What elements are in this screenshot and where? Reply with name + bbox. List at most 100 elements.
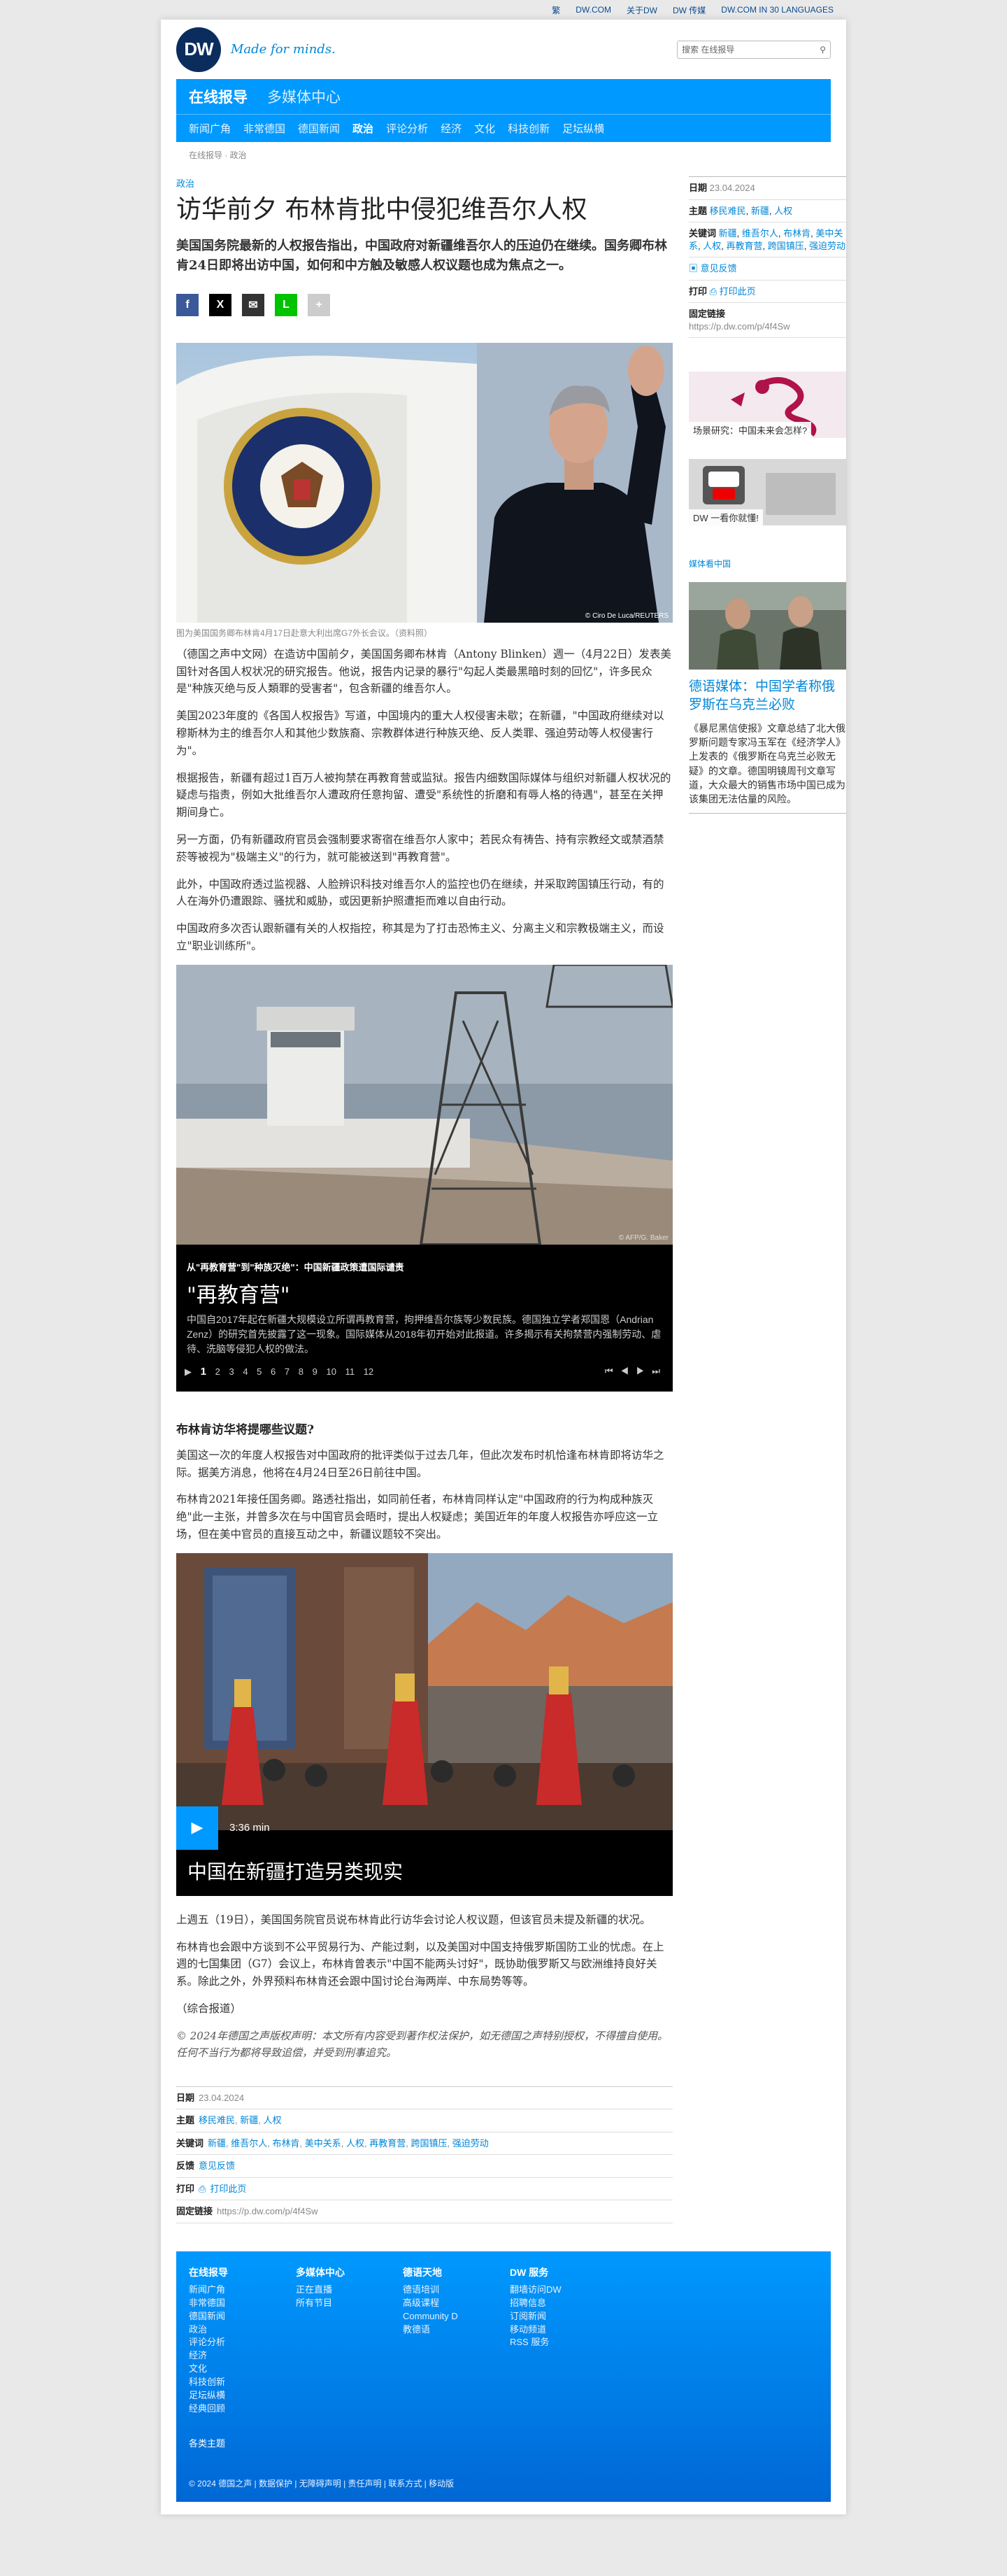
footer-link[interactable]: RSS 服务 bbox=[510, 2336, 617, 2349]
topic-link[interactable]: 人权 bbox=[774, 206, 792, 216]
nav-item-online[interactable]: 在线报导 bbox=[189, 86, 248, 107]
footer-legal[interactable]: © 2024 德国之声 | 数据保护 | 无障碍声明 | 责任声明 | 联系方式… bbox=[189, 2477, 818, 2489]
topbar-link-languages[interactable]: DW.COM IN 30 LANGUAGES bbox=[721, 5, 834, 15]
email-icon[interactable]: ✉ bbox=[242, 293, 264, 316]
feedback-icon[interactable]: ▣ bbox=[689, 263, 698, 274]
footer-link[interactable]: 文化 bbox=[189, 2363, 296, 2376]
footer-heading[interactable]: 多媒体中心 bbox=[296, 2265, 403, 2279]
teaser-dragon[interactable]: 场景研究：中国未来会怎样? bbox=[689, 371, 846, 439]
gallery-page[interactable]: 11 bbox=[345, 1366, 355, 1377]
footer-link[interactable]: 足坛纵横 bbox=[189, 2389, 296, 2402]
gallery-page[interactable]: 7 bbox=[285, 1366, 290, 1377]
footer-link[interactable]: 翻墙访问DW bbox=[510, 2284, 617, 2297]
footer-link[interactable]: 政治 bbox=[189, 2323, 296, 2337]
topic-link[interactable]: 新疆 bbox=[240, 2115, 258, 2125]
topic-link[interactable]: 人权 bbox=[264, 2115, 282, 2125]
footer-link[interactable]: Community D bbox=[403, 2310, 510, 2323]
prev-slide-icon[interactable]: ◀ bbox=[620, 1366, 629, 1376]
media-teaser-image[interactable] bbox=[689, 582, 846, 670]
footer-link[interactable]: 新闻广角 bbox=[189, 2284, 296, 2297]
teaser-youtube[interactable]: DW 一看你就懂! bbox=[689, 459, 846, 526]
print-link[interactable]: 打印此页 bbox=[720, 286, 756, 297]
gallery-page[interactable]: 12 bbox=[364, 1366, 373, 1377]
keyword-link[interactable]: 人权 bbox=[346, 2138, 364, 2149]
footer-link[interactable]: 非常德国 bbox=[189, 2297, 296, 2310]
footer-link[interactable]: 德语培训 bbox=[403, 2284, 510, 2297]
keyword-link[interactable]: 布林肯 bbox=[273, 2138, 300, 2149]
keyword-link[interactable]: 美中关系 bbox=[305, 2138, 341, 2149]
gallery-page[interactable]: 2 bbox=[215, 1366, 220, 1377]
video-player[interactable]: ▶ 3:36 min 中国在新疆打造另类现实 bbox=[176, 1552, 673, 1896]
footer-heading[interactable]: 德语天地 bbox=[403, 2265, 510, 2279]
gallery-page[interactable]: 3 bbox=[229, 1366, 234, 1377]
footer-link[interactable]: 订阅新闻 bbox=[510, 2310, 617, 2323]
facebook-icon[interactable]: f bbox=[176, 293, 199, 316]
more-share-icon[interactable]: + bbox=[308, 293, 330, 316]
last-slide-icon[interactable]: ⏭ bbox=[652, 1366, 660, 1376]
nav-sub-item-current[interactable]: 政治 bbox=[352, 121, 373, 136]
gallery-page[interactable]: 9 bbox=[313, 1366, 317, 1377]
footer-link[interactable]: 科技创新 bbox=[189, 2376, 296, 2389]
keyword-link[interactable]: 跨国镇压 bbox=[411, 2138, 448, 2149]
footer-link[interactable]: 所有节目 bbox=[296, 2297, 403, 2310]
nav-item-media[interactable]: 多媒体中心 bbox=[267, 86, 341, 107]
topbar-link-dwcom[interactable]: DW.COM bbox=[576, 5, 611, 15]
gallery-page-current[interactable]: 1 bbox=[201, 1366, 206, 1378]
keyword-link[interactable]: 维吾尔人 bbox=[742, 228, 778, 239]
keyword-link[interactable]: 强迫劳动 bbox=[809, 241, 845, 251]
footer-topics-link[interactable]: 各类主题 bbox=[189, 2436, 818, 2449]
permalink[interactable]: https://p.dw.com/p/4f4Sw bbox=[217, 2205, 318, 2218]
play-icon[interactable]: ▶ bbox=[176, 1806, 218, 1850]
keyword-link[interactable]: 强迫劳动 bbox=[452, 2138, 489, 2149]
first-slide-icon[interactable]: ⏮ bbox=[605, 1366, 613, 1376]
gallery-page[interactable]: 6 bbox=[271, 1366, 276, 1377]
keyword-link[interactable]: 维吾尔人 bbox=[231, 2138, 267, 2149]
photo-gallery[interactable]: © AFP/G. Baker 从"再教育营"到"种族灭绝"：中国新疆政策遭国际谴… bbox=[176, 964, 673, 1392]
feedback-link[interactable]: 意见反馈 bbox=[701, 263, 737, 274]
footer-link[interactable]: 高级课程 bbox=[403, 2297, 510, 2310]
keyword-link[interactable]: 再教育营 bbox=[369, 2138, 406, 2149]
gallery-page[interactable]: 5 bbox=[257, 1366, 262, 1377]
keyword-link[interactable]: 新疆 bbox=[208, 2138, 226, 2149]
media-title[interactable]: 德语媒体：中国学者称俄罗斯在乌克兰必败 bbox=[689, 678, 846, 714]
footer-link[interactable]: 招聘信息 bbox=[510, 2297, 617, 2310]
footer-heading[interactable]: 在线报导 bbox=[189, 2265, 296, 2279]
permalink[interactable]: https://p.dw.com/p/4f4Sw bbox=[689, 320, 846, 333]
article-kicker[interactable]: 政治 bbox=[176, 176, 673, 190]
keyword-link[interactable]: 布林肯 bbox=[783, 228, 810, 239]
topic-link[interactable]: 移民难民 bbox=[199, 2115, 235, 2125]
topbar-link-media[interactable]: DW 传媒 bbox=[673, 4, 706, 16]
topbar-link-traditional[interactable]: 繁 bbox=[552, 4, 560, 16]
search-icon[interactable]: ⚲ bbox=[820, 45, 826, 55]
keyword-link[interactable]: 人权 bbox=[703, 241, 721, 251]
next-slide-icon[interactable]: ▶ bbox=[636, 1366, 645, 1376]
feedback-link[interactable]: 意见反馈 bbox=[199, 2160, 235, 2172]
gallery-page[interactable]: 10 bbox=[326, 1366, 336, 1377]
keyword-link[interactable]: 跨国镇压 bbox=[768, 241, 804, 251]
video-title[interactable]: 中国在新疆打造另类现实 bbox=[187, 1857, 403, 1885]
footer-link[interactable]: 正在直播 bbox=[296, 2284, 403, 2297]
nav-sub-item[interactable]: 非常德国 bbox=[243, 121, 285, 136]
footer-link[interactable]: 德国新闻 bbox=[189, 2310, 296, 2323]
footer-heading[interactable]: DW 服务 bbox=[510, 2265, 617, 2279]
gallery-play-icon[interactable]: ▶ bbox=[185, 1366, 192, 1377]
gallery-page[interactable]: 8 bbox=[299, 1366, 303, 1377]
nav-sub-item[interactable]: 德国新闻 bbox=[298, 121, 340, 136]
nav-sub-item[interactable]: 足坛纵横 bbox=[562, 121, 604, 136]
topic-link[interactable]: 移民难民 bbox=[710, 206, 746, 216]
print-icon[interactable]: ⎙ bbox=[199, 2183, 206, 2195]
keyword-link[interactable]: 新疆 bbox=[719, 228, 737, 239]
breadcrumb[interactable]: 在线报导 · 政治 bbox=[189, 149, 818, 161]
footer-link[interactable]: 教德语 bbox=[403, 2323, 510, 2337]
footer-link[interactable]: 经典回顾 bbox=[189, 2402, 296, 2416]
nav-sub-item[interactable]: 文化 bbox=[474, 121, 495, 136]
logo[interactable]: DW Made for minds. bbox=[176, 27, 336, 72]
nav-sub-item[interactable]: 科技创新 bbox=[508, 121, 550, 136]
line-icon[interactable]: L bbox=[275, 293, 297, 316]
nav-sub-item[interactable]: 新闻广角 bbox=[189, 121, 231, 136]
search-input[interactable]: 搜索 在线报导 ⚲ bbox=[677, 40, 831, 59]
keyword-link[interactable]: 再教育营 bbox=[727, 241, 763, 251]
topic-link[interactable]: 新疆 bbox=[751, 206, 769, 216]
media-kicker[interactable]: 媒体看中国 bbox=[689, 558, 846, 569]
nav-sub-item[interactable]: 评论分析 bbox=[386, 121, 428, 136]
